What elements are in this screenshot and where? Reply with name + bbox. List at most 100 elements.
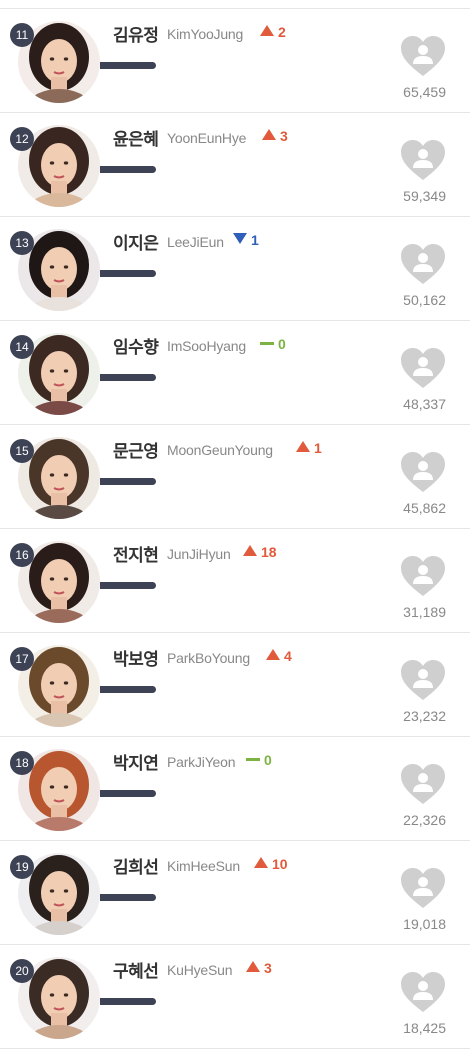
dash-icon <box>246 758 260 761</box>
english-name: KimHeeSun <box>167 858 240 874</box>
rank-change: 0 <box>246 752 272 768</box>
heart-vote-icon[interactable] <box>400 347 446 389</box>
vote-count: 18,425 <box>403 1020 446 1036</box>
heart-vote-icon[interactable] <box>400 763 446 805</box>
english-name: KuHyeSun <box>167 962 233 978</box>
rank-change-value: 1 <box>251 232 259 248</box>
rank-change-value: 3 <box>264 960 272 976</box>
ranking-row[interactable]: 12 윤은혜 YoonEunHye 3 59,349 <box>0 113 470 217</box>
korean-name[interactable]: 구혜선 <box>113 957 159 982</box>
vote-bar <box>100 790 156 797</box>
vote-count: 48,337 <box>403 396 446 412</box>
rank-change: 18 <box>243 544 277 560</box>
triangle-up-icon <box>246 961 260 972</box>
ranking-row[interactable]: 16 전지현 JunJiHyun 18 31,189 <box>0 529 470 633</box>
ranking-row[interactable]: 18 박지연 ParkJiYeon 0 22,326 <box>0 737 470 841</box>
triangle-up-icon <box>260 25 274 36</box>
heart-vote-icon[interactable] <box>400 35 446 77</box>
korean-name[interactable]: 박보영 <box>113 645 159 670</box>
english-name: YoonEunHye <box>167 130 247 146</box>
rank-change-value: 0 <box>264 752 272 768</box>
rank-change: 0 <box>260 336 286 352</box>
heart-vote-icon[interactable] <box>400 555 446 597</box>
vote-count: 22,326 <box>403 812 446 828</box>
ranking-list: 11 김유정 KimYooJung 2 65,459 12 윤은혜 YoonEu… <box>0 0 470 1049</box>
rank-badge: 12 <box>10 127 34 151</box>
rank-change-value: 4 <box>284 648 292 664</box>
heart-vote-icon[interactable] <box>400 139 446 181</box>
rank-badge: 13 <box>10 231 34 255</box>
list-top-divider <box>0 0 470 9</box>
rank-change: 1 <box>296 440 322 456</box>
korean-name[interactable]: 김유정 <box>113 21 159 46</box>
korean-name[interactable]: 김희선 <box>113 853 159 878</box>
english-name: JunJiHyun <box>167 546 231 562</box>
ranking-row[interactable]: 19 김희선 KimHeeSun 10 19,018 <box>0 841 470 945</box>
vote-count: 23,232 <box>403 708 446 724</box>
rank-badge: 14 <box>10 335 34 359</box>
rank-badge: 17 <box>10 647 34 671</box>
rank-change: 3 <box>262 128 288 144</box>
korean-name[interactable]: 윤은혜 <box>113 125 159 150</box>
rank-change-value: 0 <box>278 336 286 352</box>
english-name: ImSooHyang <box>167 338 246 354</box>
vote-bar <box>100 998 156 1005</box>
heart-vote-icon[interactable] <box>400 971 446 1013</box>
korean-name[interactable]: 이지은 <box>113 229 159 254</box>
ranking-row[interactable]: 20 구혜선 KuHyeSun 3 18,425 <box>0 945 470 1049</box>
vote-bar <box>100 374 156 381</box>
dash-icon <box>260 342 274 345</box>
vote-count: 59,349 <box>403 188 446 204</box>
triangle-up-icon <box>262 129 276 140</box>
rank-badge: 11 <box>10 23 34 47</box>
vote-bar <box>100 894 156 901</box>
triangle-up-icon <box>266 649 280 660</box>
rank-change-value: 2 <box>278 24 286 40</box>
korean-name[interactable]: 박지연 <box>113 749 159 774</box>
heart-vote-icon[interactable] <box>400 451 446 493</box>
english-name: ParkJiYeon <box>167 754 236 770</box>
ranking-row[interactable]: 17 박보영 ParkBoYoung 4 23,232 <box>0 633 470 737</box>
rank-change-value: 3 <box>280 128 288 144</box>
triangle-down-icon <box>233 233 247 244</box>
heart-vote-icon[interactable] <box>400 659 446 701</box>
heart-vote-icon[interactable] <box>400 243 446 285</box>
rank-badge: 15 <box>10 439 34 463</box>
ranking-row[interactable]: 14 임수향 ImSooHyang 0 48,337 <box>0 321 470 425</box>
vote-bar <box>100 62 156 69</box>
rank-change: 10 <box>254 856 288 872</box>
triangle-up-icon <box>296 441 310 452</box>
rank-change: 2 <box>260 24 286 40</box>
rank-change: 4 <box>266 648 292 664</box>
vote-count: 19,018 <box>403 916 446 932</box>
vote-count: 50,162 <box>403 292 446 308</box>
vote-bar <box>100 686 156 693</box>
korean-name[interactable]: 문근영 <box>113 437 159 462</box>
ranking-row[interactable]: 13 이지은 LeeJiEun 1 50,162 <box>0 217 470 321</box>
rank-badge: 18 <box>10 751 34 775</box>
triangle-up-icon <box>243 545 257 556</box>
triangle-up-icon <box>254 857 268 868</box>
english-name: ParkBoYoung <box>167 650 250 666</box>
rank-badge: 16 <box>10 543 34 567</box>
korean-name[interactable]: 임수향 <box>113 333 159 358</box>
rank-change: 1 <box>233 232 259 248</box>
vote-count: 65,459 <box>403 84 446 100</box>
heart-vote-icon[interactable] <box>400 867 446 909</box>
vote-bar <box>100 166 156 173</box>
korean-name[interactable]: 전지현 <box>113 541 159 566</box>
english-name: KimYooJung <box>167 26 244 42</box>
rank-change-value: 18 <box>261 544 277 560</box>
vote-bar <box>100 478 156 485</box>
rank-change: 3 <box>246 960 272 976</box>
rank-change-value: 10 <box>272 856 288 872</box>
rank-badge: 20 <box>10 959 34 983</box>
english-name: LeeJiEun <box>167 234 224 250</box>
rank-change-value: 1 <box>314 440 322 456</box>
ranking-row[interactable]: 11 김유정 KimYooJung 2 65,459 <box>0 9 470 113</box>
ranking-row[interactable]: 15 문근영 MoonGeunYoung 1 45,862 <box>0 425 470 529</box>
vote-count: 45,862 <box>403 500 446 516</box>
vote-count: 31,189 <box>403 604 446 620</box>
vote-bar <box>100 270 156 277</box>
english-name: MoonGeunYoung <box>167 442 273 458</box>
